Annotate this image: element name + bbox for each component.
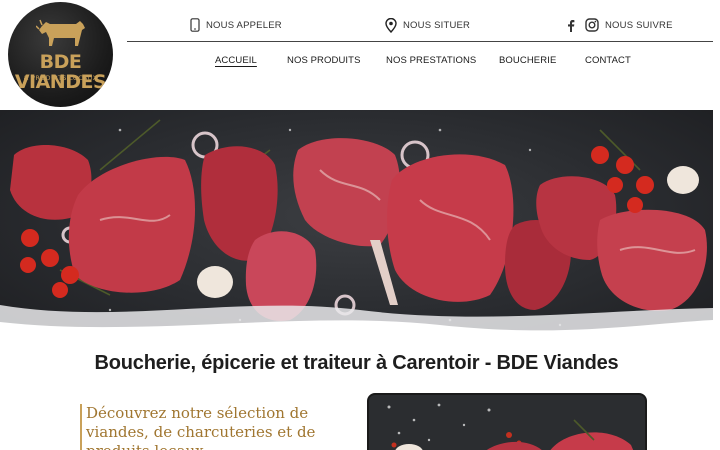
nav-item-accueil[interactable]: ACCUEIL — [215, 55, 257, 66]
facebook-icon[interactable] — [567, 19, 575, 32]
cow-icon — [36, 19, 85, 46]
meat-photo-illustration — [387, 403, 634, 450]
nav-item-boucherie[interactable]: BOUCHERIE — [499, 55, 556, 66]
brand-tagline: & PRODUITS LOCAUX — [23, 75, 98, 82]
phone-icon — [190, 18, 200, 32]
follow-label: NOUS SUIVRE — [605, 19, 673, 31]
site-header: BDE VIANDES & PRODUITS LOCAUX NOUS APPEL… — [0, 0, 720, 110]
follow-links: NOUS SUIVRE — [567, 16, 673, 34]
intro-line-2: viandes, de charcuteries et de — [86, 423, 316, 441]
locate-label: NOUS SITUER — [403, 19, 471, 31]
hero-image — [0, 110, 713, 345]
brand-name: BDE VIANDES — [14, 51, 107, 93]
call-label: NOUS APPELER — [206, 19, 282, 31]
locate-link[interactable]: NOUS SITUER — [385, 16, 470, 34]
meat-cuts-illustration — [0, 119, 713, 345]
intro-block: Découvrez notre sélection de viandes, de… — [80, 404, 340, 450]
instagram-icon[interactable] — [585, 18, 599, 32]
contact-bar: NOUS APPELER NOUS SITUER NOUS SUIVRE — [127, 8, 713, 42]
nav-item-contact[interactable]: CONTACT — [585, 55, 631, 66]
nav-item-nos-prestations[interactable]: NOS PRESTATIONS — [386, 55, 476, 66]
page-title: Boucherie, épicerie et traiteur à Carent… — [94, 352, 619, 374]
intro-line-1: Découvrez notre sélection de — [86, 404, 309, 422]
meat-photo — [367, 393, 647, 450]
brand-logo[interactable]: BDE VIANDES & PRODUITS LOCAUX — [8, 2, 113, 107]
call-link[interactable]: NOUS APPELER — [190, 16, 282, 34]
intro-line-3: produits locaux — [86, 442, 340, 450]
main-nav: ACCUEIL NOS PRODUITS NOS PRESTATIONS BOU… — [127, 52, 713, 72]
location-pin-icon — [385, 17, 397, 33]
nav-item-nos-produits[interactable]: NOS PRODUITS — [287, 55, 361, 66]
